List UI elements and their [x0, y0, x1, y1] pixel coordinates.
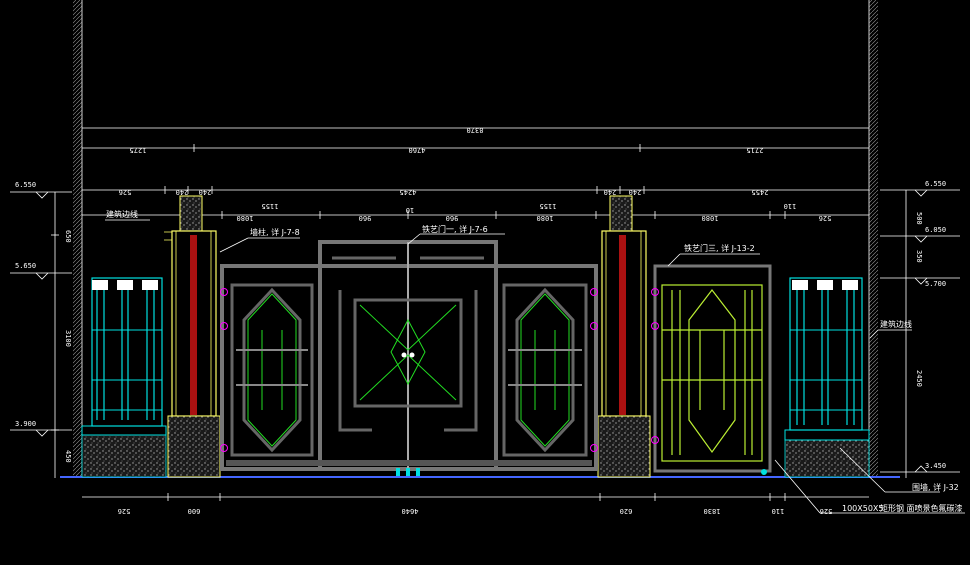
dim-bottom-7: 526	[820, 507, 833, 515]
elev-left-2: 5.650	[15, 262, 36, 270]
height-left-2: 3100	[64, 330, 72, 347]
dim-seg-3: 2715	[747, 146, 764, 154]
dim-gate-10: 526	[819, 214, 832, 222]
height-right-2: 350	[915, 250, 923, 263]
elev-left-1: 6.550	[15, 181, 36, 189]
dim-upper-5: 240	[604, 188, 617, 196]
height-left-1: 650	[64, 230, 72, 243]
main-gate	[220, 240, 598, 471]
elev-right-3: 5.700	[925, 280, 946, 288]
elev-right-2: 6.050	[925, 226, 946, 234]
label-steel-note: 矩形钢 面喷景色氟碳漆	[880, 503, 963, 513]
right-elevation-marks	[880, 189, 960, 478]
dim-bottom-3: 4640	[402, 507, 419, 515]
dim-gate-7: 1155	[540, 202, 557, 210]
dim-gate-5: 960	[446, 214, 459, 222]
right-building-wall	[868, 0, 878, 478]
side-gate	[653, 264, 772, 473]
dim-upper-3: 240	[199, 188, 212, 196]
dim-upper-2: 240	[176, 188, 189, 196]
label-gate-one: 铁艺门一, 详 J-7-6	[422, 224, 488, 234]
label-wall-column: 墙柱, 详 J-7-8	[250, 227, 300, 237]
hinge-markers	[220, 288, 659, 452]
dim-upper-7: 2455	[752, 188, 769, 196]
label-fence-wall: 围墙, 详 J-32	[912, 482, 959, 492]
elev-left-3: 3.900	[15, 420, 36, 428]
dim-bottom-1: 526	[118, 507, 131, 515]
height-right-1: 500	[915, 212, 923, 225]
left-pillar	[164, 195, 221, 478]
left-fence-wall	[81, 277, 167, 478]
height-right-3: 2450	[915, 370, 923, 387]
dim-gate-6: 1080	[537, 214, 554, 222]
right-pillar	[597, 195, 651, 478]
dim-gate-2: 1080	[237, 214, 254, 222]
dim-upper-1: 526	[119, 188, 132, 196]
gate-elevation-drawing: 8370 1275 4760 2715 526 240 240 4245 240…	[10, 0, 965, 515]
elev-right-4: 3.450	[925, 462, 946, 470]
left-elevation-marks	[10, 191, 72, 478]
dim-gate-3: 960	[359, 214, 372, 222]
dim-gate-9: 110	[784, 202, 797, 210]
label-steel-section: 100X50X5	[842, 504, 884, 513]
dim-seg-2: 4760	[409, 146, 426, 154]
dim-upper-6: 240	[629, 188, 642, 196]
label-building-line-right: 建筑边线	[880, 319, 912, 329]
dim-bottom-4: 620	[620, 507, 633, 515]
dim-bottom-2: 600	[188, 507, 201, 515]
left-building-wall	[73, 0, 83, 478]
dim-gate-8: 1080	[702, 214, 719, 222]
elev-right-1: 6.550	[925, 180, 946, 188]
dim-overall: 8370	[467, 126, 484, 134]
dim-gate-1: 1155	[262, 202, 279, 210]
dim-gate-4: 10	[406, 206, 414, 214]
dim-seg-1: 1275	[130, 146, 147, 154]
dim-upper-4: 4245	[400, 188, 417, 196]
height-left-3: 450	[64, 450, 72, 463]
dim-bottom-5: 1830	[704, 507, 721, 515]
dim-bottom-6: 110	[772, 507, 785, 515]
label-gate-three: 铁艺门三, 详 J-13-2	[684, 243, 755, 253]
right-fence-wall	[784, 277, 870, 478]
label-building-line-left: 建筑边线	[106, 209, 138, 219]
